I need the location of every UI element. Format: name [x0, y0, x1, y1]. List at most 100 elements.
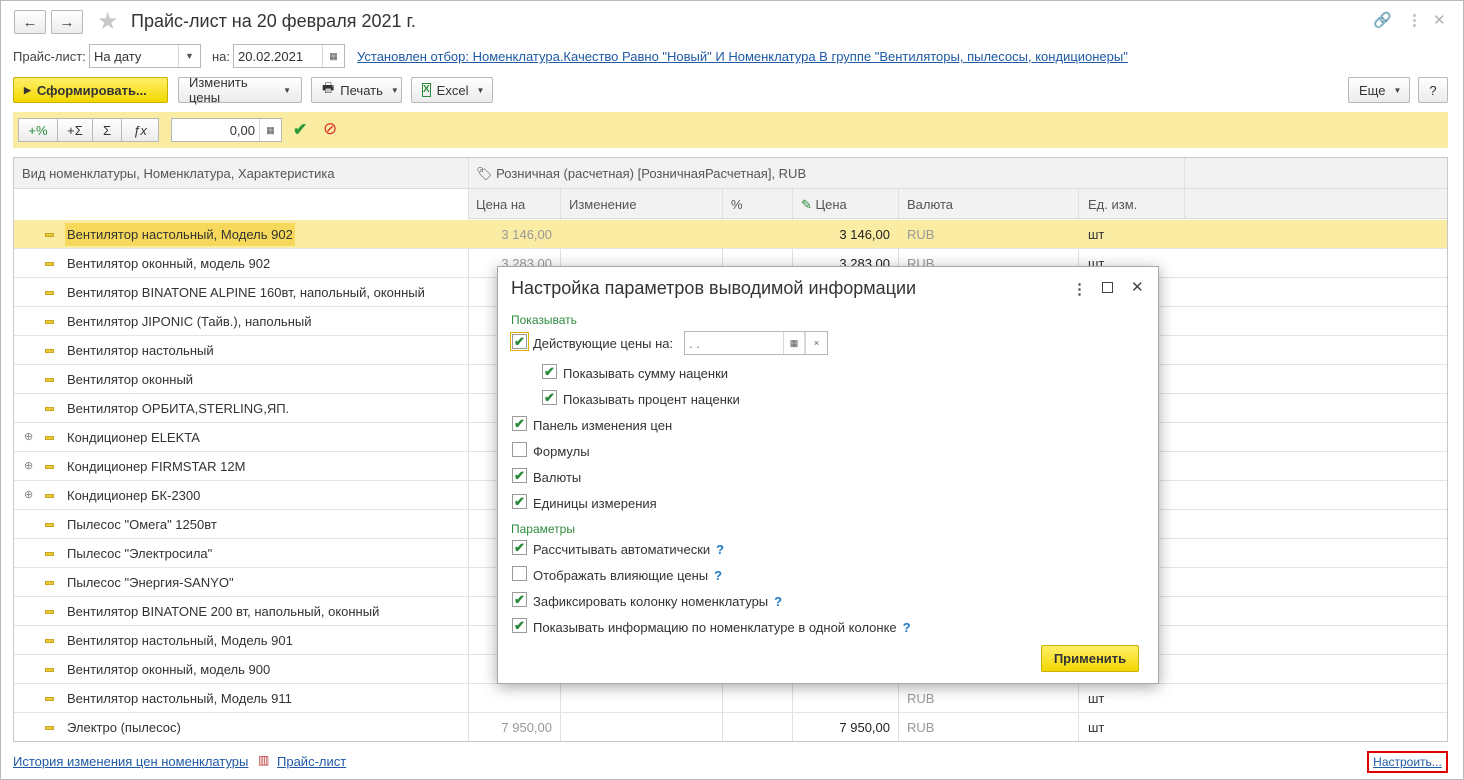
show-affecting-label: Отображать влияющие цены?: [533, 568, 722, 583]
more-actions-icon[interactable]: ⋮: [1407, 11, 1422, 29]
calendar-icon[interactable]: ▦: [783, 332, 805, 354]
table-row[interactable]: Электро (пылесос) 7 950,00 7 950,00 RUB …: [14, 713, 1447, 741]
dialog-close-icon[interactable]: ✕: [1131, 278, 1144, 296]
cancel-icon[interactable]: ⊘: [323, 119, 337, 139]
apply-check-icon[interactable]: ✔: [293, 120, 307, 140]
auto-calc-label: Рассчитывать автоматически?: [533, 542, 724, 557]
plus-sum-button[interactable]: +Σ: [57, 118, 93, 142]
item-icon: [45, 726, 54, 730]
price-change-panel-checkbox[interactable]: ✔: [512, 416, 527, 431]
formula-button[interactable]: ƒx: [121, 118, 159, 142]
item-icon: [45, 349, 54, 353]
help-button[interactable]: ?: [1418, 77, 1448, 103]
column-header-percent[interactable]: %: [731, 197, 743, 212]
mode-select[interactable]: На дату ▼: [89, 44, 201, 68]
price-cell[interactable]: 3 146,00: [801, 227, 890, 242]
report-icon: ▥: [258, 753, 270, 767]
currency-cell: RUB: [907, 720, 935, 735]
help-question-icon[interactable]: ?: [716, 542, 724, 557]
percent-button[interactable]: +%: [18, 118, 58, 142]
expand-icon[interactable]: ⊕: [24, 459, 33, 472]
current-prices-label: Действующие цены на:: [533, 336, 674, 351]
clear-icon[interactable]: ×: [805, 332, 827, 354]
currency-cell: RUB: [907, 227, 935, 242]
back-button[interactable]: ←: [14, 10, 46, 34]
forward-button[interactable]: →: [51, 10, 83, 34]
item-name: Пылесос "Электросила": [67, 546, 213, 561]
column-header-item[interactable]: Вид номенклатуры, Номенклатура, Характер…: [22, 166, 335, 181]
help-question-icon[interactable]: ?: [774, 594, 782, 609]
pricelist-link[interactable]: Прайс-лист: [277, 754, 346, 769]
column-group-header-label: Розничная (расчетная) [РозничнаяРасчетна…: [496, 166, 807, 181]
help-question-icon[interactable]: ?: [903, 620, 911, 635]
column-header-price-on[interactable]: Цена на: [476, 197, 525, 212]
apply-button[interactable]: Применить: [1041, 645, 1139, 672]
units-checkbox[interactable]: ✔: [512, 494, 527, 509]
price-history-link[interactable]: История изменения цен номенклатуры: [13, 754, 248, 769]
chevron-down-icon[interactable]: ▼: [178, 45, 200, 67]
date-field[interactable]: 20.02.2021 ▦: [233, 44, 345, 68]
favorite-star-icon[interactable]: ★: [97, 7, 119, 36]
column-header-price[interactable]: ✎ Цена: [801, 197, 847, 213]
unit-cell: шт: [1088, 691, 1105, 706]
auto-calc-text: Рассчитывать автоматически: [533, 542, 711, 557]
price-on-cell: 3 146,00: [501, 227, 552, 242]
table-row[interactable]: Вентилятор настольный, Модель 902 3 146,…: [14, 220, 1447, 249]
item-icon: [45, 697, 54, 701]
table-row[interactable]: Вентилятор настольный, Модель 911 RUB шт: [14, 684, 1447, 713]
configure-link[interactable]: Настроить...: [1373, 755, 1442, 769]
dialog-more-icon[interactable]: ⋮: [1072, 280, 1087, 298]
expand-icon[interactable]: ⊕: [24, 430, 33, 443]
item-icon: [45, 407, 54, 411]
one-column-checkbox[interactable]: ✔: [512, 618, 527, 633]
current-prices-date-field[interactable]: . . ▦ ×: [684, 331, 828, 355]
show-markup-pct-label: Показывать процент наценки: [563, 392, 740, 407]
item-name: Пылесос "Энергия-SANYO": [67, 575, 234, 590]
mode-select-value: На дату: [94, 48, 142, 64]
form-button[interactable]: ▶ Сформировать...: [13, 77, 168, 103]
column-group-header[interactable]: 🏷 Розничная (расчетная) [РозничнаяРасчет…: [476, 166, 806, 182]
pricelist-label: Прайс-лист:: [13, 49, 86, 64]
show-affecting-text: Отображать влияющие цены: [533, 568, 709, 583]
freeze-column-checkbox[interactable]: ✔: [512, 592, 527, 607]
print-button[interactable]: 🖶 Печать ▼: [311, 77, 402, 103]
item-icon: [45, 639, 54, 643]
item-name: Вентилятор оконный: [67, 372, 194, 387]
sum-button[interactable]: Σ: [92, 118, 122, 142]
link-icon[interactable]: 🔗: [1373, 11, 1392, 29]
column-header-price-label: Цена: [815, 197, 847, 212]
price-change-value-field[interactable]: 0,00 ▦: [171, 118, 282, 142]
on-label: на:: [212, 49, 231, 64]
currencies-checkbox[interactable]: ✔: [512, 468, 527, 483]
show-markup-pct-checkbox[interactable]: ✔: [542, 390, 557, 405]
auto-calc-checkbox[interactable]: ✔: [512, 540, 527, 555]
freeze-column-label: Зафиксировать колонку номенклатуры?: [533, 594, 782, 609]
formulas-checkbox[interactable]: [512, 442, 527, 457]
current-prices-date-placeholder: . .: [689, 335, 700, 351]
help-question-icon[interactable]: ?: [714, 568, 722, 583]
change-prices-button[interactable]: Изменить цены ▼: [178, 75, 302, 105]
expand-icon[interactable]: ⊕: [24, 488, 33, 501]
current-prices-checkbox[interactable]: ✔: [510, 332, 529, 351]
show-markup-sum-checkbox[interactable]: ✔: [542, 364, 557, 379]
price-cell[interactable]: 7 950,00: [801, 720, 890, 735]
item-name: Кондиционер ELEKTA: [67, 430, 200, 445]
caret-down-icon: ▼: [283, 85, 291, 95]
one-column-label: Показывать информацию по номенклатуре в …: [533, 620, 911, 635]
maximize-icon[interactable]: [1102, 282, 1113, 293]
excel-button[interactable]: X Excel ▼: [411, 77, 493, 103]
show-affecting-checkbox[interactable]: [512, 566, 527, 581]
units-label: Единицы измерения: [533, 496, 657, 511]
item-name: Вентилятор BINATONE ALPINE 160вт, наполь…: [67, 285, 425, 300]
item-name: Кондиционер БК-2300: [67, 488, 201, 503]
calculator-icon[interactable]: ▦: [259, 119, 281, 141]
column-header-unit[interactable]: Ед. изм.: [1088, 197, 1137, 212]
close-icon[interactable]: ✕: [1433, 11, 1446, 29]
column-header-change[interactable]: Изменение: [569, 197, 637, 212]
more-button[interactable]: Еще ▼: [1348, 77, 1410, 103]
item-icon: [45, 291, 54, 295]
unit-cell: шт: [1088, 720, 1105, 735]
filter-link[interactable]: Установлен отбор: Номенклатура.Качество …: [357, 49, 1128, 64]
column-header-currency[interactable]: Валюта: [907, 197, 953, 212]
calendar-icon[interactable]: ▦: [322, 45, 344, 67]
